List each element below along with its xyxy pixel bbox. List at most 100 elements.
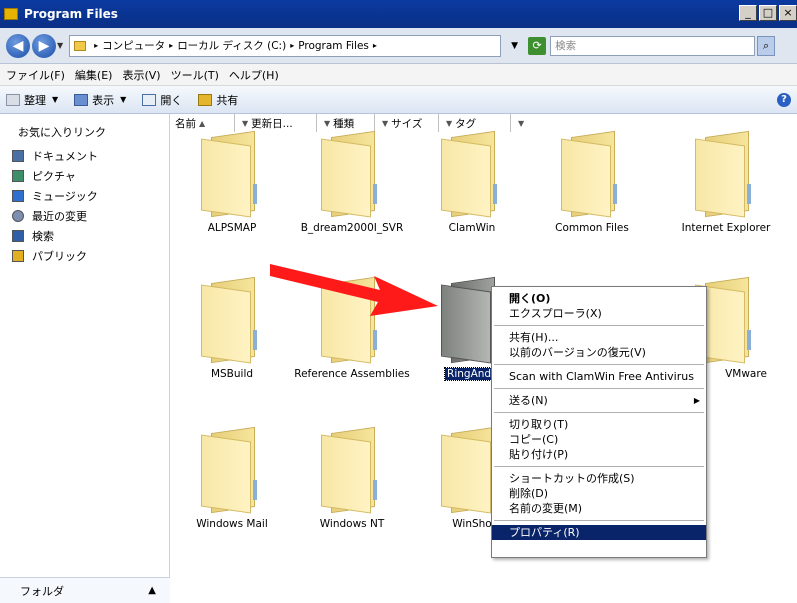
maximize-button[interactable]: □: [759, 5, 777, 21]
help-icon[interactable]: ?: [777, 93, 791, 107]
refresh-button[interactable]: ⟳: [528, 36, 547, 55]
share-button[interactable]: 共有: [198, 92, 238, 108]
menu-item-open[interactable]: 開く(O): [492, 291, 706, 306]
file-item[interactable]: Windows NT: [293, 426, 411, 530]
menu-item-create-shortcut[interactable]: ショートカットの作成(S): [492, 471, 706, 486]
chevron-right-icon[interactable]: ▸: [373, 41, 377, 50]
folder-icon: [317, 426, 387, 514]
chevron-up-icon: ▲: [148, 585, 156, 596]
folders-toggle[interactable]: フォルダ ▲: [0, 577, 170, 603]
view-icon: [74, 93, 89, 106]
menu-item-properties[interactable]: プロパティ(R): [492, 525, 706, 540]
menu-separator: [494, 412, 704, 413]
organize-icon: [6, 93, 20, 106]
menu-item-share[interactable]: 共有(H)...: [492, 330, 706, 345]
menu-bar: ファイル(F) 編集(E) 表示(V) ツール(T) ヘルプ(H): [0, 64, 797, 86]
sidebar-item-recent[interactable]: 最近の変更: [12, 206, 98, 226]
menu-separator: [494, 520, 704, 521]
menu-separator: [494, 388, 704, 389]
menu-item-cut[interactable]: 切り取り(T): [492, 417, 706, 432]
file-item[interactable]: Common Files: [533, 130, 651, 234]
close-button[interactable]: ×: [779, 5, 797, 21]
menu-item-explore[interactable]: エクスプローラ(X): [492, 306, 706, 321]
menu-tools[interactable]: ツール(T): [171, 67, 219, 83]
column-size[interactable]: ▼ サイズ: [375, 114, 439, 132]
window-title: Program Files: [24, 7, 118, 21]
folder-icon: [557, 130, 627, 218]
back-button[interactable]: ◀: [6, 33, 30, 58]
column-tags[interactable]: ▼ タグ: [439, 114, 511, 132]
column-type[interactable]: ▼ 種類: [317, 114, 375, 132]
address-bar: ◀ ▶ ▼ ▸ コンピュータ ▸ ローカル ディスク (C:) ▸ Progra…: [0, 28, 797, 64]
breadcrumb-computer[interactable]: コンピュータ: [102, 38, 165, 53]
folder-icon: [12, 250, 24, 262]
folder-icon: [197, 130, 267, 218]
menu-separator: [494, 325, 704, 326]
sidebar-item-documents[interactable]: ドキュメント: [12, 146, 98, 166]
recent-icon: [12, 210, 24, 222]
menu-separator: [494, 466, 704, 467]
menu-item-delete[interactable]: 削除(D): [492, 486, 706, 501]
file-item[interactable]: ALPSMAP: [173, 130, 291, 234]
minimize-button[interactable]: _: [739, 5, 757, 21]
folder-icon: [197, 276, 267, 364]
chevron-down-icon: ▼: [242, 118, 249, 128]
breadcrumb-program-files[interactable]: Program Files: [298, 40, 369, 52]
menu-item-paste[interactable]: 貼り付け(P): [492, 447, 706, 462]
sidebar-item-public[interactable]: パブリック: [12, 246, 98, 266]
chevron-right-icon[interactable]: ▸: [169, 41, 173, 50]
menu-help[interactable]: ヘルプ(H): [229, 67, 279, 83]
chevron-down-icon: ▼: [324, 118, 331, 128]
column-name[interactable]: 名前 ▲: [171, 114, 235, 132]
chevron-right-icon[interactable]: ▸: [290, 41, 294, 50]
open-button[interactable]: 開く: [142, 92, 182, 108]
file-item[interactable]: Windows Mail: [173, 426, 291, 530]
menu-file[interactable]: ファイル(F): [6, 67, 65, 83]
favorite-links-heading: お気に入りリンク: [18, 126, 106, 139]
folder-icon: [691, 130, 761, 218]
command-toolbar: 整理 ▼ 表示 ▼ 開く 共有 ?: [0, 86, 797, 114]
organize-button[interactable]: 整理 ▼: [6, 92, 58, 108]
column-extra[interactable]: ▼: [511, 114, 525, 132]
menu-item-send-to[interactable]: 送る(N) ▶: [492, 393, 706, 408]
file-item[interactable]: B_dream2000I_SVR: [293, 130, 411, 234]
forward-button[interactable]: ▶: [32, 33, 56, 58]
red-arrow-icon: [270, 264, 438, 316]
chevron-right-icon: ▶: [693, 396, 700, 405]
search-input[interactable]: 検索: [550, 35, 756, 56]
address-dropdown-icon[interactable]: ▼: [511, 41, 518, 51]
favorite-links-list: ドキュメント ピクチャ ミュージック 最近の変更 検索 パブリック: [12, 146, 98, 266]
search-icon[interactable]: ⌕: [757, 35, 776, 56]
menu-item-copy[interactable]: コピー(C): [492, 432, 706, 447]
column-modified[interactable]: ▼ 更新日...: [235, 114, 317, 132]
menu-edit[interactable]: 編集(E): [75, 67, 113, 83]
chevron-down-icon: ▼: [382, 118, 389, 128]
open-icon: [142, 93, 157, 106]
address-input[interactable]: ▸ コンピュータ ▸ ローカル ディスク (C:) ▸ Program File…: [69, 34, 502, 57]
view-button[interactable]: 表示 ▼: [74, 92, 126, 108]
context-menu: 開く(O) エクスプローラ(X) 共有(H)... 以前のバージョンの復元(V)…: [491, 286, 707, 558]
sidebar-item-music[interactable]: ミュージック: [12, 186, 98, 206]
file-item[interactable]: ClamWin: [413, 130, 531, 234]
menu-item-scan-clamwin[interactable]: Scan with ClamWin Free Antivirus: [492, 369, 706, 384]
annotation-arrow: [270, 250, 440, 323]
menu-item-rename[interactable]: 名前の変更(M): [492, 501, 706, 516]
file-item[interactable]: Internet Explorer: [667, 130, 785, 234]
window-controls: _ □ ×: [737, 5, 797, 21]
folder-icon: [74, 40, 87, 51]
documents-icon: [12, 150, 24, 162]
chevron-right-icon[interactable]: ▸: [94, 41, 98, 50]
menu-view[interactable]: 表示(V): [122, 67, 160, 83]
share-icon: [198, 93, 213, 106]
chevron-down-icon: ▼: [120, 95, 127, 104]
sort-arrow-icon: ▲: [199, 118, 206, 128]
chevron-down-icon: ▼: [52, 95, 59, 104]
sidebar-item-search[interactable]: 検索: [12, 226, 98, 246]
menu-separator: [494, 364, 704, 365]
history-dropdown-icon[interactable]: ▼: [57, 41, 63, 50]
menu-item-restore-previous[interactable]: 以前のバージョンの復元(V): [492, 345, 706, 360]
music-icon: [12, 190, 24, 202]
folder-icon: [437, 130, 507, 218]
sidebar-item-pictures[interactable]: ピクチャ: [12, 166, 98, 186]
breadcrumb-local-disk[interactable]: ローカル ディスク (C:): [177, 38, 286, 53]
